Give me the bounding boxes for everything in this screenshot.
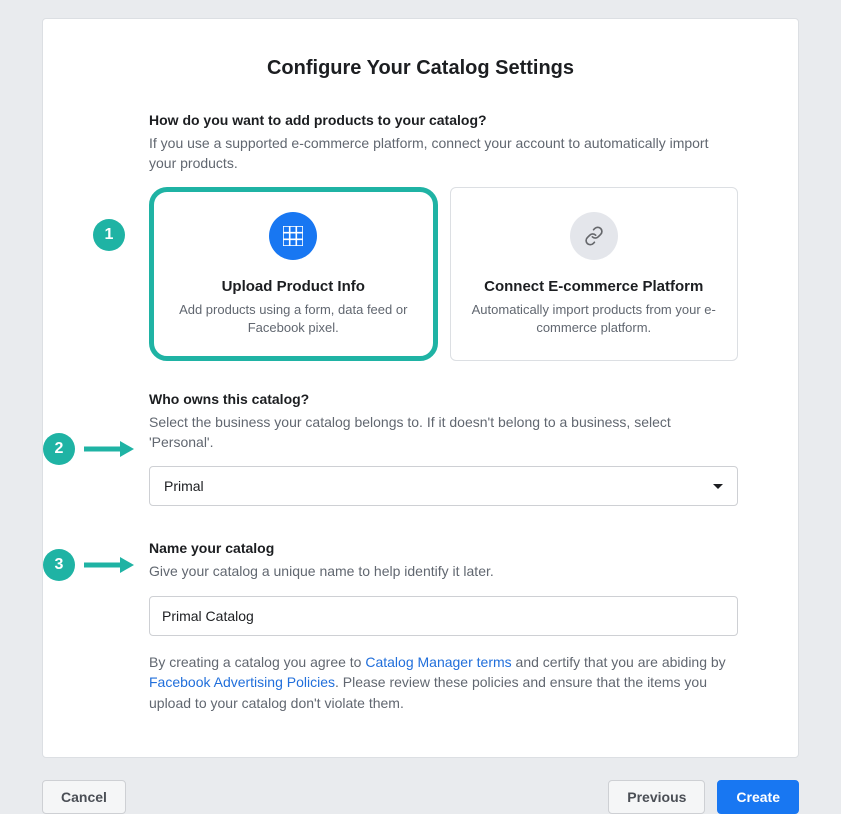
terms-mid: and certify that you are abiding by [512, 654, 726, 670]
terms-text: By creating a catalog you agree to Catal… [149, 652, 738, 713]
step-badge-2: 2 [43, 433, 75, 465]
chevron-down-icon [713, 484, 723, 489]
step-badge-3: 3 [43, 549, 75, 581]
catalog-terms-link[interactable]: Catalog Manager terms [365, 654, 511, 670]
terms-prefix: By creating a catalog you agree to [149, 654, 365, 670]
catalog-owner-dropdown[interactable]: Primal [149, 466, 738, 506]
page-title: Configure Your Catalog Settings [103, 57, 738, 80]
section1-label: How do you want to add products to your … [149, 112, 738, 128]
section3-subtext: Give your catalog a unique name to help … [149, 562, 738, 582]
advertising-policies-link[interactable]: Facebook Advertising Policies [149, 674, 335, 690]
section2-subtext: Select the business your catalog belongs… [149, 413, 738, 452]
section1-subtext: If you use a supported e-commerce platfo… [149, 134, 738, 173]
connect-option-title: Connect E-commerce Platform [471, 278, 718, 295]
create-button[interactable]: Create [717, 780, 799, 814]
option-cards: Upload Product Info Add products using a… [149, 187, 738, 361]
catalog-name-input[interactable] [149, 596, 738, 636]
footer-bar: Cancel Previous Create [0, 768, 841, 814]
previous-button[interactable]: Previous [608, 780, 705, 814]
grid-icon [269, 212, 317, 260]
upload-option-desc: Add products using a form, data feed or … [170, 301, 417, 336]
main-panel: Configure Your Catalog Settings How do y… [42, 18, 799, 758]
arrow-icon [82, 437, 134, 461]
section3-label: Name your catalog [149, 540, 738, 556]
link-icon [570, 212, 618, 260]
arrow-icon [82, 553, 134, 577]
upload-option-title: Upload Product Info [170, 278, 417, 295]
upload-product-info-card[interactable]: Upload Product Info Add products using a… [149, 187, 438, 361]
dropdown-value: Primal [164, 478, 204, 494]
connect-ecommerce-card[interactable]: Connect E-commerce Platform Automaticall… [450, 187, 739, 361]
step-badge-1: 1 [93, 219, 125, 251]
cancel-button[interactable]: Cancel [42, 780, 126, 814]
connect-option-desc: Automatically import products from your … [471, 301, 718, 336]
section2-label: Who owns this catalog? [149, 391, 738, 407]
